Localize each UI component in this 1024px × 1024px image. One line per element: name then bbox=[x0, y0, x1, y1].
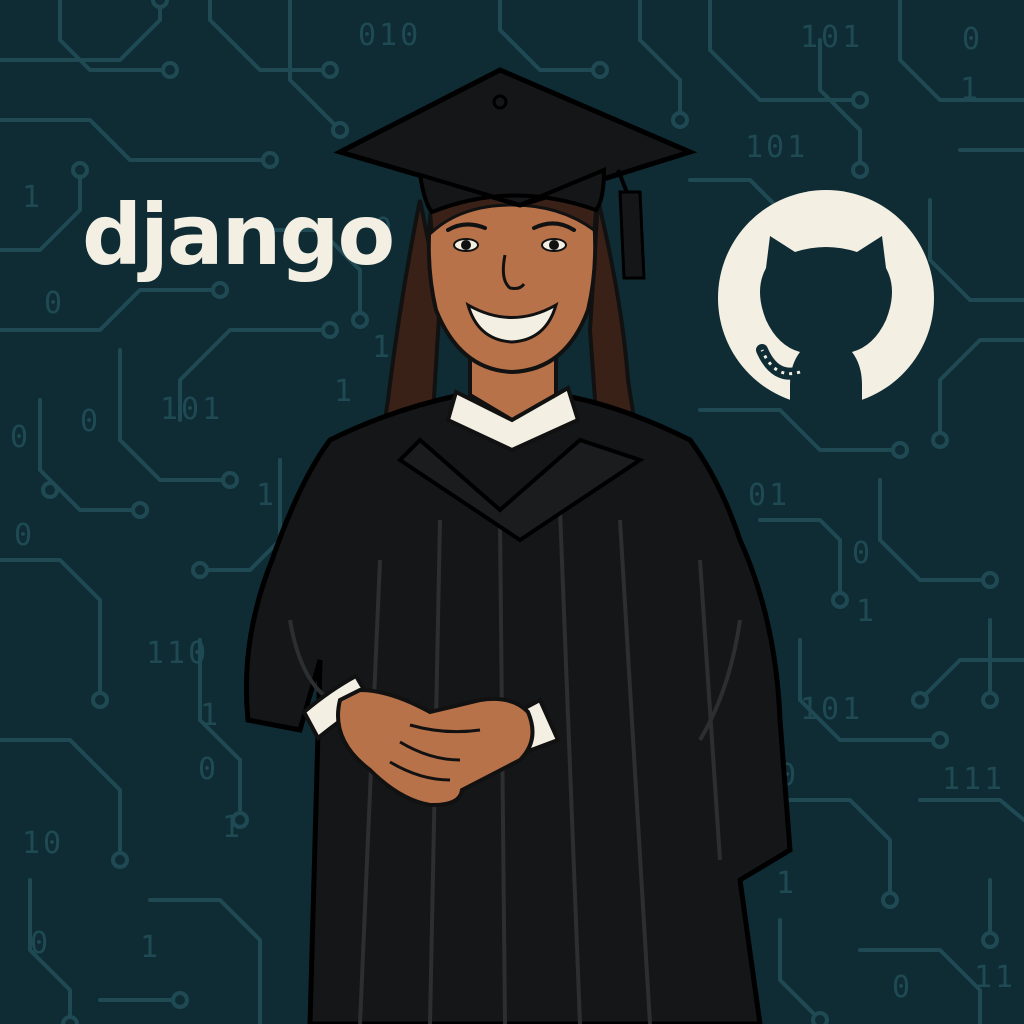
graduate-figure bbox=[243, 67, 793, 1024]
illustration: 010 101 1 0 101 1 0 1 0 101 0 1 01 0 0 1… bbox=[0, 0, 1024, 1024]
mortarboard-cap bbox=[333, 67, 698, 208]
